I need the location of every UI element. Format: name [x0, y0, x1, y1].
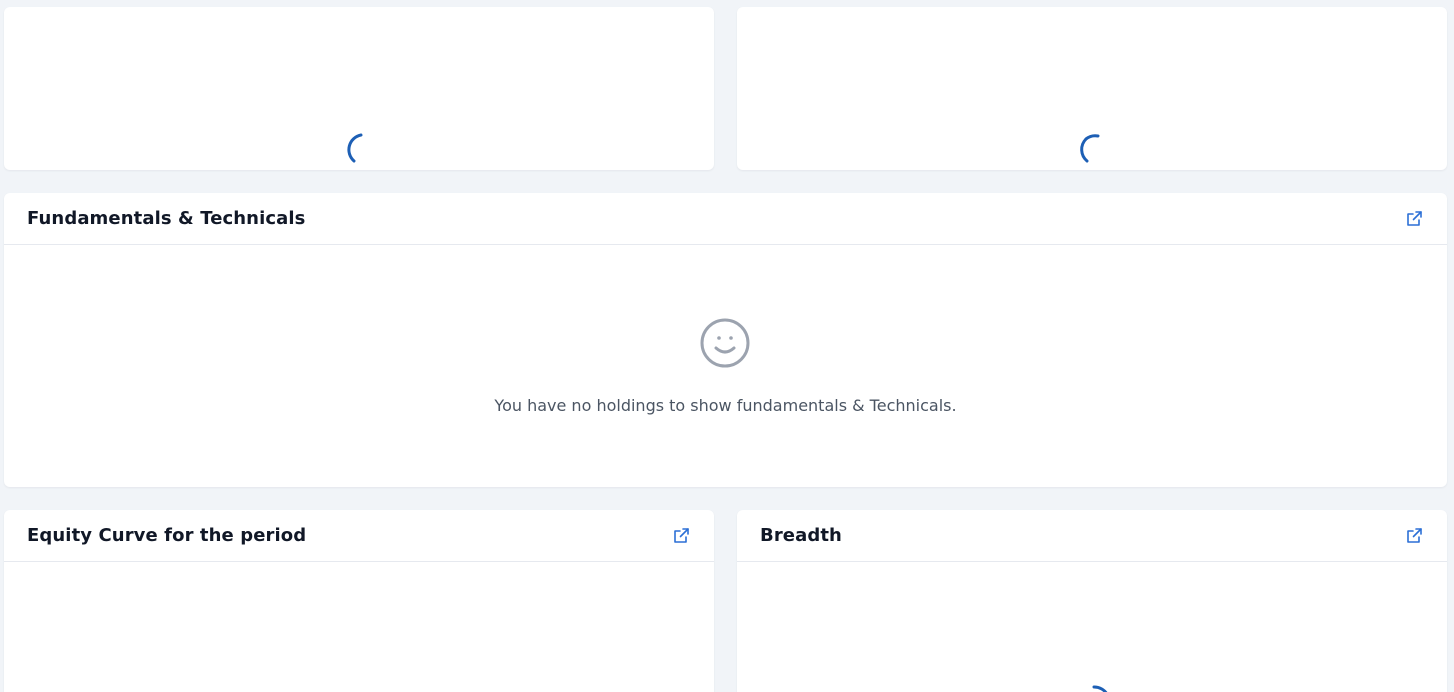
breadth-card: Breadth — [737, 510, 1447, 692]
card-title: Fundamentals & Technicals — [27, 208, 306, 229]
equity-curve-card: Equity Curve for the period — [4, 510, 714, 692]
dashboard-page: Fundamentals & Technicals You have no ho… — [0, 0, 1454, 692]
external-link-icon[interactable] — [1405, 210, 1423, 228]
smiley-face-icon — [700, 318, 750, 368]
external-link-icon[interactable] — [1405, 527, 1423, 545]
external-link-icon[interactable] — [672, 527, 690, 545]
card-title: Breadth — [760, 525, 842, 546]
top-right-card — [737, 7, 1447, 170]
loading-spinner-icon — [1080, 134, 1100, 163]
loading-spinner-icon — [1092, 685, 1108, 692]
empty-state-message: You have no holdings to show fundamental… — [494, 396, 957, 415]
card-header: Fundamentals & Technicals — [4, 193, 1447, 245]
card-title: Equity Curve for the period — [27, 525, 307, 546]
loading-spinner-icon — [347, 133, 363, 163]
top-left-card — [4, 7, 714, 170]
card-header: Equity Curve for the period — [4, 510, 714, 562]
fundamentals-card: Fundamentals & Technicals You have no ho… — [4, 193, 1447, 487]
card-header: Breadth — [737, 510, 1447, 562]
